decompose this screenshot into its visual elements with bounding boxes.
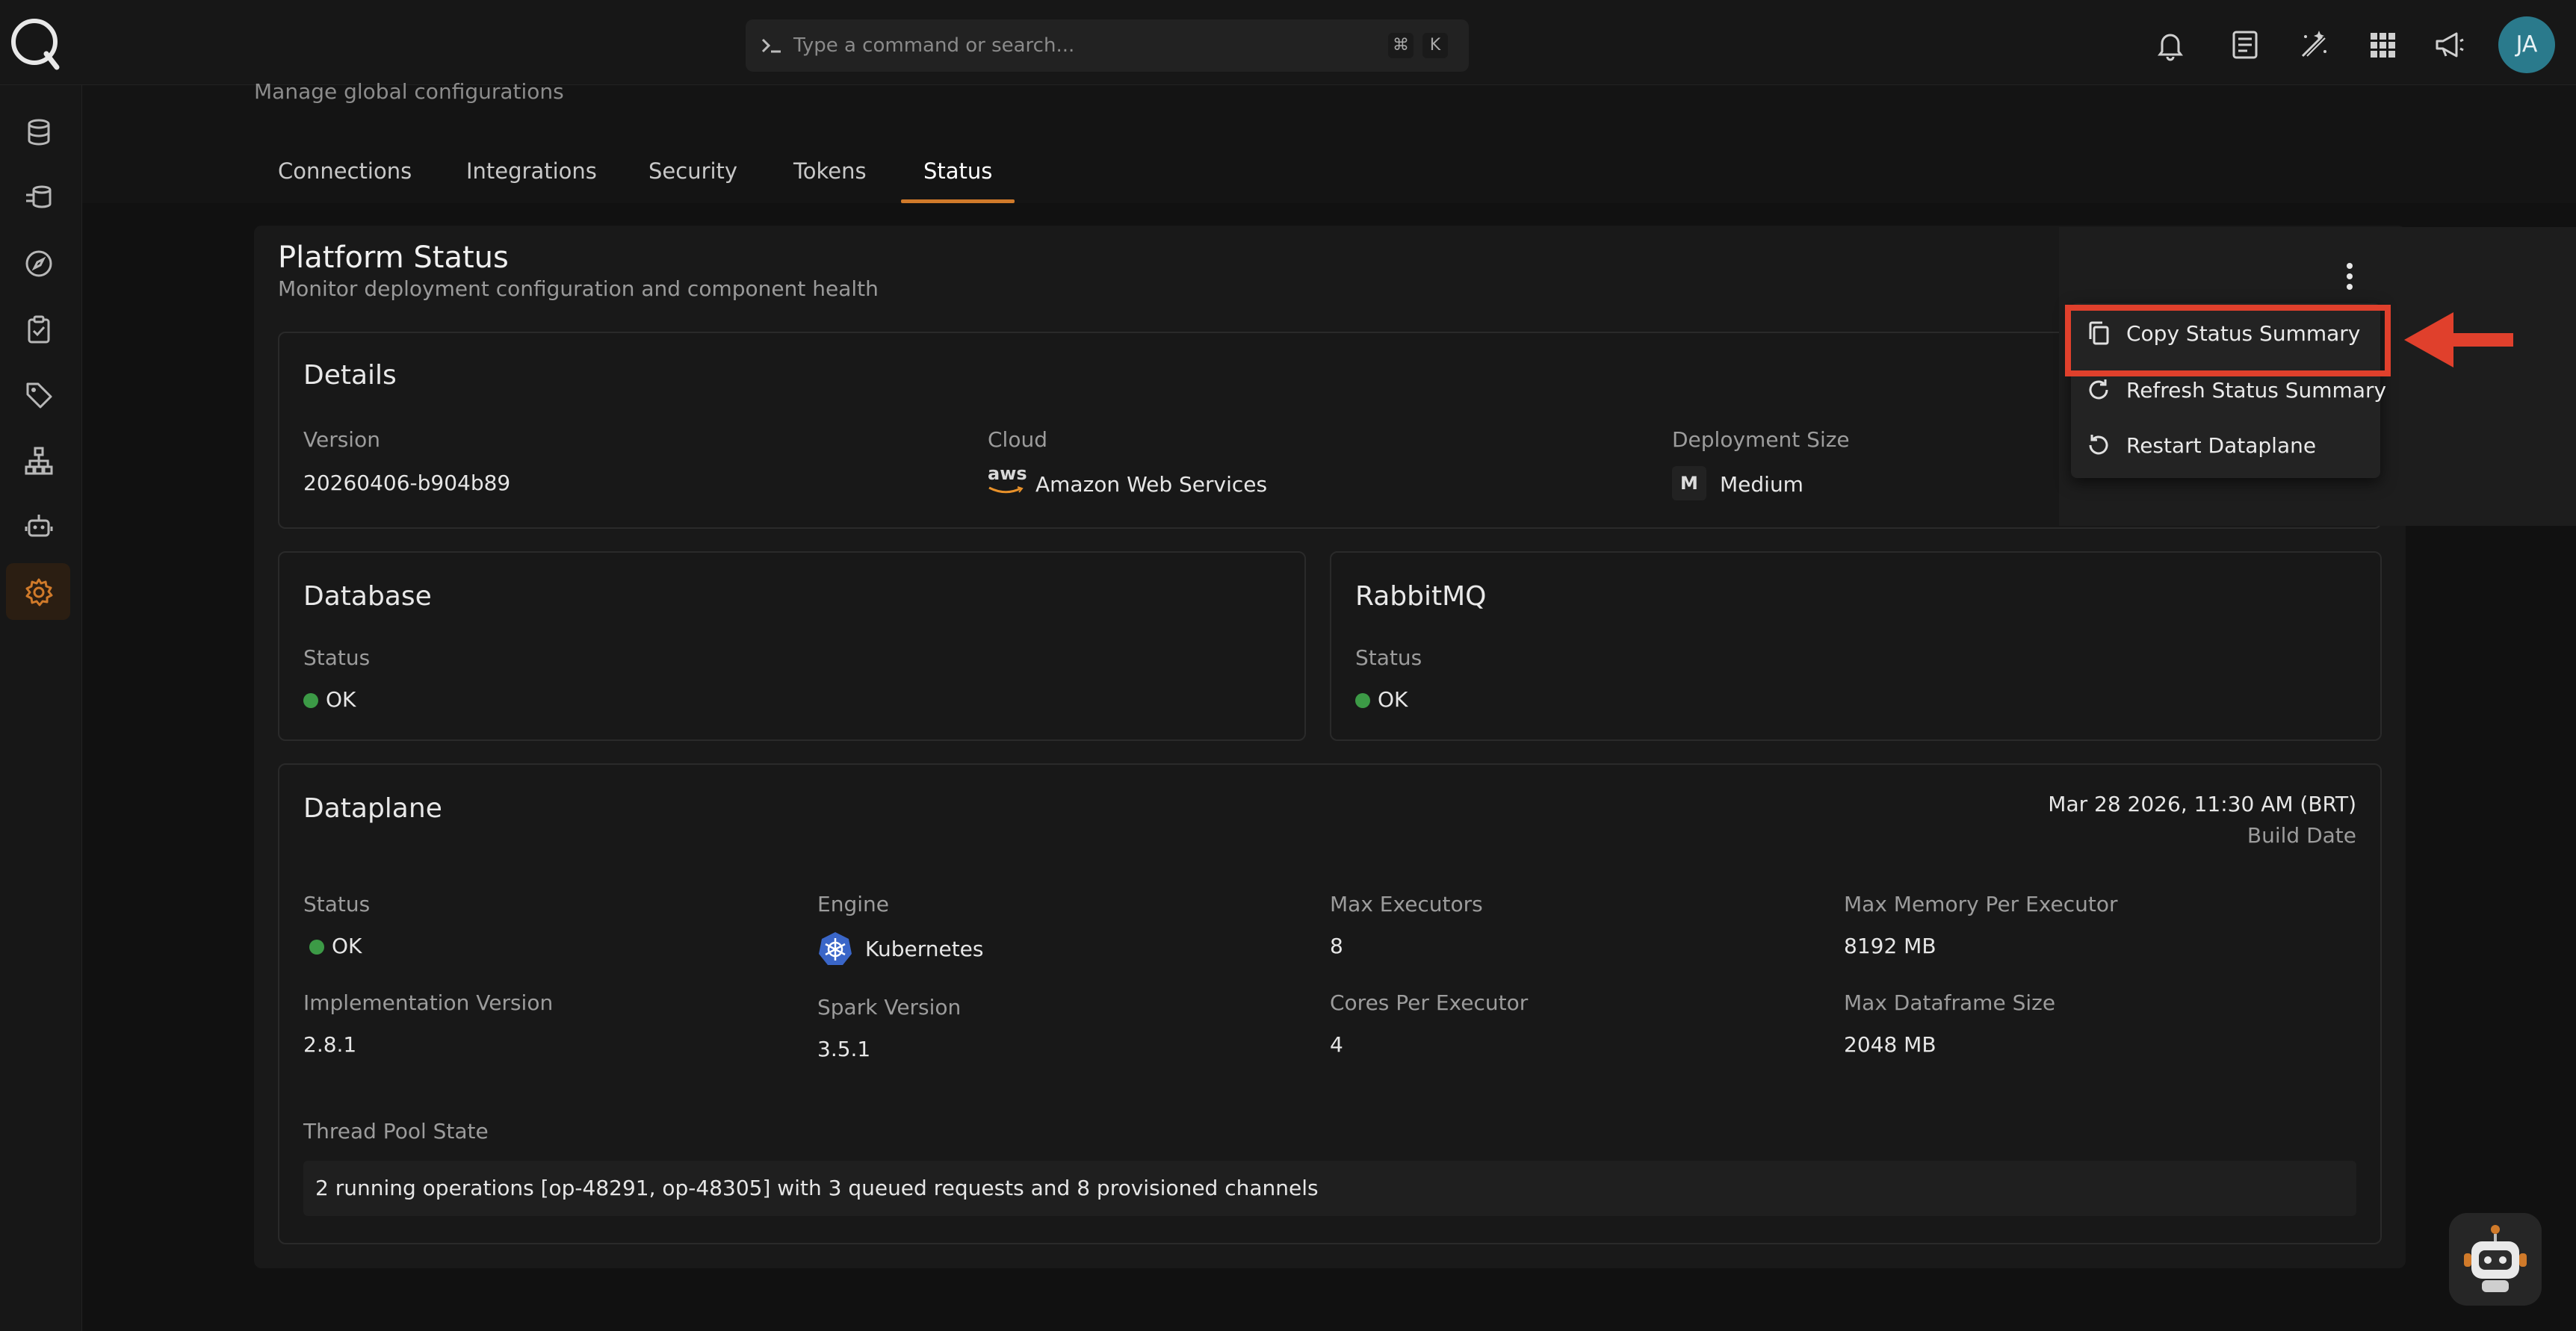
panel-subtitle: Monitor deployment configuration and com… [278,276,879,301]
robot-icon [25,515,53,537]
details-title: Details [303,360,397,391]
sidebar-item-settings[interactable] [6,563,70,620]
database-card: Database Status OK [278,551,1306,741]
rabbitmq-card: RabbitMQ Status OK [1330,551,2382,741]
pointer-arrow-icon [2404,312,2513,367]
max-memory-label: Max Memory Per Executor [1844,892,2118,916]
dataplane-card: Dataplane Mar 28 2026, 11:30 AM (BRT) Bu… [278,763,2382,1244]
impl-version-value: 2.8.1 [303,1032,357,1057]
tab-status[interactable]: Status [923,158,992,184]
page-subtitle: Manage global configurations [254,79,564,104]
tab-tokens[interactable]: Tokens [793,158,867,184]
cloud-value: Amazon Web Services [1035,472,1268,497]
shortcut-k-key: K [1422,33,1448,58]
engine-value: Kubernetes [865,937,984,961]
impl-version-label: Implementation Version [303,990,554,1015]
magic-wand-icon[interactable] [2297,28,2331,62]
max-executors-label: Max Executors [1330,892,1483,916]
terminal-prompt-icon [761,38,781,53]
sidebar-item-datasets[interactable] [6,169,70,226]
panel-title: Platform Status [278,241,509,275]
cores-value: 4 [1330,1032,1343,1057]
sidebar-item-ai[interactable] [6,497,70,554]
dataplane-status-value: OK [309,934,362,958]
dataplane-title: Dataplane [303,793,442,824]
tab-integrations[interactable]: Integrations [466,158,597,184]
max-dataframe-label: Max Dataframe Size [1844,990,2056,1015]
engine-label: Engine [817,892,889,916]
sidebar-item-database[interactable] [6,103,70,160]
apps-grid-icon[interactable] [2365,28,2400,62]
tag-icon [26,382,52,409]
database-status-value: OK [303,687,356,712]
database-title: Database [303,581,432,612]
rabbitmq-status-label: Status [1355,645,1422,670]
status-ok-icon [1355,693,1370,708]
kebab-menu-icon[interactable] [2338,260,2361,293]
aws-logo-icon: aws [988,463,1027,494]
megaphone-icon[interactable] [2433,28,2467,62]
menu-item-label: Refresh Status Summary [2126,378,2387,403]
spark-version-label: Spark Version [817,995,962,1020]
deployment-size-label: Deployment Size [1672,427,1850,452]
top-bar: Type a command or search... ⌘ K JA [0,0,2576,85]
active-tab-indicator [901,199,1015,203]
compass-icon [25,250,52,277]
thread-pool-value: 2 running operations [op-48291, op-48305… [315,1176,1319,1200]
tab-connections[interactable]: Connections [278,158,412,184]
build-date-value: Mar 28 2026, 11:30 AM (BRT) [2048,792,2356,816]
database-icon [28,119,50,146]
assistant-bot-button[interactable] [2449,1213,2542,1306]
sidebar-item-explore[interactable] [6,235,70,291]
version-value: 20260406-b904b89 [303,471,511,495]
refresh-icon [2089,379,2108,400]
sidebar-item-lineage[interactable] [6,432,70,488]
status-ok-icon [309,940,324,955]
settings-gear-icon [25,578,53,606]
datasets-stack-icon [26,185,52,208]
user-avatar[interactable]: JA [2498,16,2555,73]
spark-version-value: 3.5.1 [817,1037,871,1061]
status-ok-icon [303,693,318,708]
hierarchy-icon [25,447,53,475]
deployment-size-value: Medium [1720,472,1803,497]
max-memory-value: 8192 MB [1844,934,1936,958]
sidebar [0,85,82,1331]
tab-security[interactable]: Security [648,158,737,184]
size-badge-icon: M [1672,466,1706,500]
database-status-label: Status [303,645,371,670]
max-dataframe-value: 2048 MB [1844,1032,1936,1057]
command-search-input[interactable]: Type a command or search... ⌘ K [746,19,1469,72]
build-date-label: Build Date [2247,823,2356,848]
version-label: Version [303,427,380,452]
menu-item-restart-dataplane[interactable]: Restart Dataplane [2071,418,2380,472]
bell-icon[interactable] [2153,28,2188,62]
restart-icon [2089,435,2108,455]
robot-mascot-icon [2464,1225,2527,1292]
dataplane-status-label: Status [303,892,371,916]
thread-pool-box: 2 running operations [op-48291, op-48305… [303,1161,2356,1216]
rabbitmq-status-value: OK [1355,687,1408,712]
cores-label: Cores Per Executor [1330,990,1529,1015]
thread-pool-label: Thread Pool State [303,1119,489,1144]
menu-item-label: Restart Dataplane [2126,433,2317,458]
sidebar-item-quality[interactable] [6,300,70,357]
kubernetes-icon [819,932,852,965]
rabbitmq-title: RabbitMQ [1355,581,1487,612]
clipboard-check-icon [28,315,50,344]
docs-icon[interactable] [2228,28,2262,62]
shortcut-cmd-key: ⌘ [1388,33,1414,58]
sidebar-item-tags[interactable] [6,366,70,423]
highlight-box [2065,305,2391,376]
app-logo-icon[interactable] [7,15,64,72]
cloud-label: Cloud [988,427,1047,452]
max-executors-value: 8 [1330,934,1343,958]
search-placeholder: Type a command or search... [793,34,1075,57]
